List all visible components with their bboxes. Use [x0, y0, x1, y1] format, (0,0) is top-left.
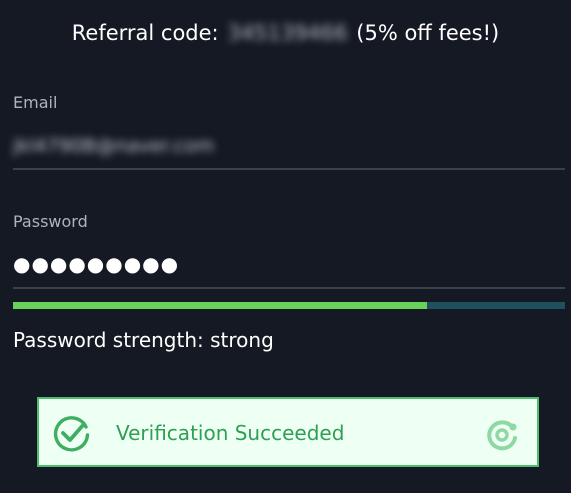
- email-field[interactable]: jkl4790B@naver.com: [13, 133, 214, 159]
- password-strength-fill: [13, 302, 427, 309]
- referral-line: Referral code: 345139466 (5% off fees!): [0, 18, 571, 48]
- referral-prefix: Referral code:: [71, 21, 219, 45]
- captcha-logo-icon[interactable]: [485, 418, 519, 452]
- verification-status: Verification Succeeded: [116, 421, 345, 445]
- email-underline: [13, 168, 565, 170]
- password-underline: [13, 287, 565, 289]
- email-label: Email: [13, 93, 58, 112]
- referral-code[interactable]: 345139466: [227, 18, 347, 48]
- password-label: Password: [13, 212, 88, 231]
- referral-discount: (5% off fees!): [356, 21, 500, 45]
- password-strength-label: Password strength: strong: [13, 328, 274, 352]
- captcha-widget[interactable]: Verification Succeeded: [37, 397, 539, 467]
- check-circle-icon: [53, 416, 90, 452]
- password-strength-bar: [13, 302, 565, 309]
- password-field[interactable]: ●●●●●●●●●: [13, 251, 179, 277]
